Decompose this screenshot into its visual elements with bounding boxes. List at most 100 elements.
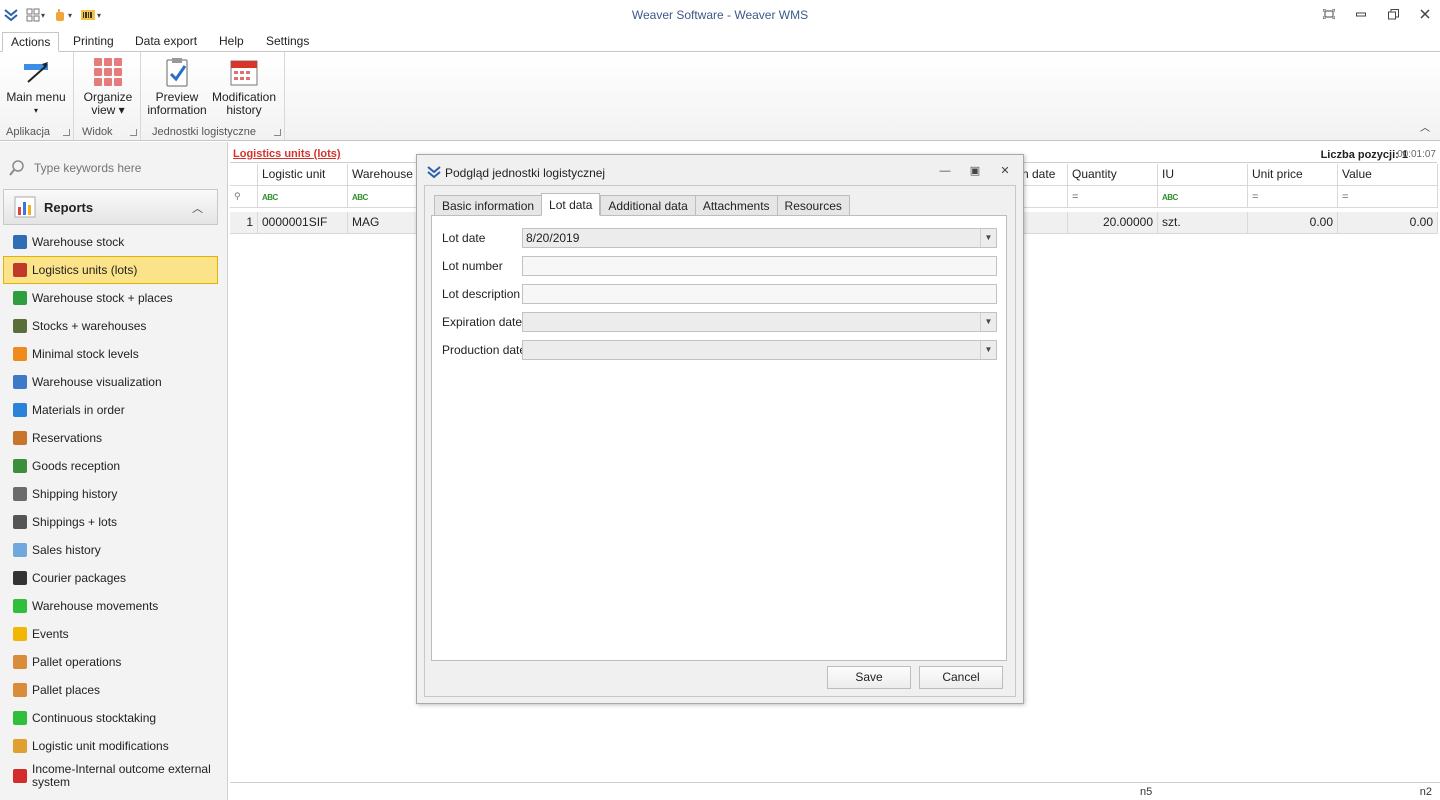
- collapse-ribbon-icon[interactable]: ︿: [1420, 119, 1430, 134]
- elapsed-time: 00:01:07: [1397, 149, 1436, 160]
- cell-logistic-unit[interactable]: 0000001SIF: [258, 212, 348, 234]
- exchange-icon: [13, 769, 27, 783]
- ribbon-group-widok: Organize view ▾ Widok: [74, 52, 141, 140]
- title-bar: ▾ ▾ ▾ Weaver Software - Weaver WMS: [0, 0, 1440, 30]
- filter-production-date[interactable]: [1018, 186, 1068, 208]
- shipping-lots-icon: [13, 515, 27, 529]
- main-menu-button[interactable]: Main menu ▾: [4, 56, 68, 117]
- cell-iu[interactable]: szt.: [1158, 212, 1248, 234]
- production-date-field[interactable]: ▼: [522, 340, 997, 360]
- sidebar-item-label: Minimal stock levels: [32, 347, 139, 361]
- chevron-down-icon[interactable]: ▼: [980, 229, 996, 247]
- tab-printing[interactable]: Printing: [65, 32, 122, 52]
- cell-production-date[interactable]: [1018, 212, 1068, 234]
- sidebar-item-12[interactable]: Courier packages: [3, 564, 218, 592]
- cell-unit-price[interactable]: 0.00: [1248, 212, 1338, 234]
- document-title[interactable]: Logistics units (lots): [233, 148, 341, 160]
- sidebar-item-6[interactable]: Materials in order: [3, 396, 218, 424]
- column-header-quantity[interactable]: Quantity: [1068, 164, 1158, 186]
- filter-iu[interactable]: ABC: [1158, 186, 1248, 208]
- tab-resources[interactable]: Resources: [776, 195, 850, 216]
- column-header-production-date[interactable]: n date: [1018, 164, 1068, 186]
- tab-settings[interactable]: Settings: [258, 32, 317, 52]
- cell-value[interactable]: 0.00: [1338, 212, 1438, 234]
- expiration-date-field[interactable]: ▼: [522, 312, 997, 332]
- tab-data-export[interactable]: Data export: [127, 32, 205, 52]
- close-icon[interactable]: ✕: [997, 163, 1013, 179]
- sidebar-item-10[interactable]: Shippings + lots: [3, 508, 218, 536]
- search-input[interactable]: [34, 161, 214, 175]
- minimize-icon[interactable]: [1352, 6, 1370, 22]
- filter-value[interactable]: =: [1338, 186, 1438, 208]
- tab-basic-information[interactable]: Basic information: [434, 195, 542, 216]
- chevron-down-icon[interactable]: ▼: [980, 313, 996, 331]
- sidebar-item-5[interactable]: Warehouse visualization: [3, 368, 218, 396]
- tab-attachments[interactable]: Attachments: [694, 195, 777, 216]
- group-launcher[interactable]: [130, 129, 137, 136]
- cancel-button[interactable]: Cancel: [919, 666, 1003, 689]
- lot-description-field[interactable]: [522, 284, 997, 304]
- organize-view-button[interactable]: Organize view ▾: [78, 56, 138, 117]
- tab-help[interactable]: Help: [211, 32, 252, 52]
- search-box[interactable]: [8, 156, 220, 180]
- close-icon[interactable]: [1416, 6, 1434, 22]
- sidebar-item-7[interactable]: Reservations: [3, 424, 218, 452]
- app-logo-icon: [427, 165, 441, 182]
- column-header-logistic-unit[interactable]: Logistic unit: [258, 164, 348, 186]
- warehouse-stock-icon: [13, 235, 27, 249]
- sidebar-item-0[interactable]: Warehouse stock: [3, 228, 218, 256]
- modification-history-button[interactable]: Modification history: [211, 56, 277, 117]
- tab-additional-data[interactable]: Additional data: [600, 195, 695, 216]
- sidebar-item-label: Reservations: [32, 431, 103, 445]
- tab-actions[interactable]: Actions: [2, 32, 60, 52]
- sidebar-item-17[interactable]: Continuous stocktaking: [3, 704, 218, 732]
- lightning-icon: [13, 627, 27, 641]
- status-left: n5: [1140, 786, 1153, 798]
- sidebar-item-11[interactable]: Sales history: [3, 536, 218, 564]
- restore-icon[interactable]: [1384, 6, 1402, 22]
- lot-date-field[interactable]: 8/20/2019 ▼: [522, 228, 997, 248]
- sidebar-item-15[interactable]: Pallet operations: [3, 648, 218, 676]
- sidebar-item-9[interactable]: Shipping history: [3, 480, 218, 508]
- filter-unit-price[interactable]: =: [1248, 186, 1338, 208]
- pallet-places-icon: [13, 683, 27, 697]
- sidebar-item-16[interactable]: Pallet places: [3, 676, 218, 704]
- column-header-unit-price[interactable]: Unit price: [1248, 164, 1338, 186]
- sidebar-item-8[interactable]: Goods reception: [3, 452, 218, 480]
- filter-logistic-unit[interactable]: ABC: [258, 186, 348, 208]
- refresh-icon: [13, 711, 27, 725]
- save-button[interactable]: Save: [827, 666, 911, 689]
- group-launcher[interactable]: [274, 129, 281, 136]
- sidebar-item-14[interactable]: Events: [3, 620, 218, 648]
- status-right: n2: [1419, 786, 1432, 798]
- column-header-iu[interactable]: IU: [1158, 164, 1248, 186]
- fullscreen-icon[interactable]: [1320, 6, 1338, 22]
- production-date-label: Production date: [442, 343, 527, 357]
- lot-number-field[interactable]: [522, 256, 997, 276]
- sidebar-item-18[interactable]: Logistic unit modifications: [3, 732, 218, 760]
- sidebar-item-label: Shippings + lots: [32, 515, 118, 529]
- preview-information-button[interactable]: Preview information: [145, 56, 209, 117]
- truck-icon: [13, 459, 27, 473]
- reports-label: Reports: [44, 199, 94, 215]
- sidebar-item-1[interactable]: Logistics units (lots): [3, 256, 218, 284]
- cell-quantity[interactable]: 20.00000: [1068, 212, 1158, 234]
- sidebar-item-2[interactable]: Warehouse stock + places: [3, 284, 218, 312]
- group-launcher[interactable]: [63, 129, 70, 136]
- column-header-value[interactable]: Value: [1338, 164, 1438, 186]
- chevron-down-icon[interactable]: ▼: [980, 341, 996, 359]
- sidebar-item-13[interactable]: Warehouse movements: [3, 592, 218, 620]
- chevron-up-icon[interactable]: ︿: [192, 200, 203, 216]
- reports-section-header[interactable]: Reports ︿: [3, 189, 218, 225]
- sidebar-item-3[interactable]: Stocks + warehouses: [3, 312, 218, 340]
- tab-lot-data[interactable]: Lot data: [541, 193, 601, 216]
- dialog-title-bar[interactable]: Podgląd jednostki logistycznej — ▣ ✕: [417, 155, 1023, 187]
- reports-chart-icon: [14, 196, 36, 218]
- minimize-icon[interactable]: —: [937, 163, 953, 179]
- filter-quantity[interactable]: =: [1068, 186, 1158, 208]
- sales-icon: [13, 543, 27, 557]
- maximize-icon[interactable]: ▣: [967, 163, 983, 179]
- sidebar-item-label: Warehouse stock: [32, 235, 125, 249]
- sidebar-item-19[interactable]: Income-Internal outcome external system: [3, 760, 218, 792]
- sidebar-item-4[interactable]: Minimal stock levels: [3, 340, 218, 368]
